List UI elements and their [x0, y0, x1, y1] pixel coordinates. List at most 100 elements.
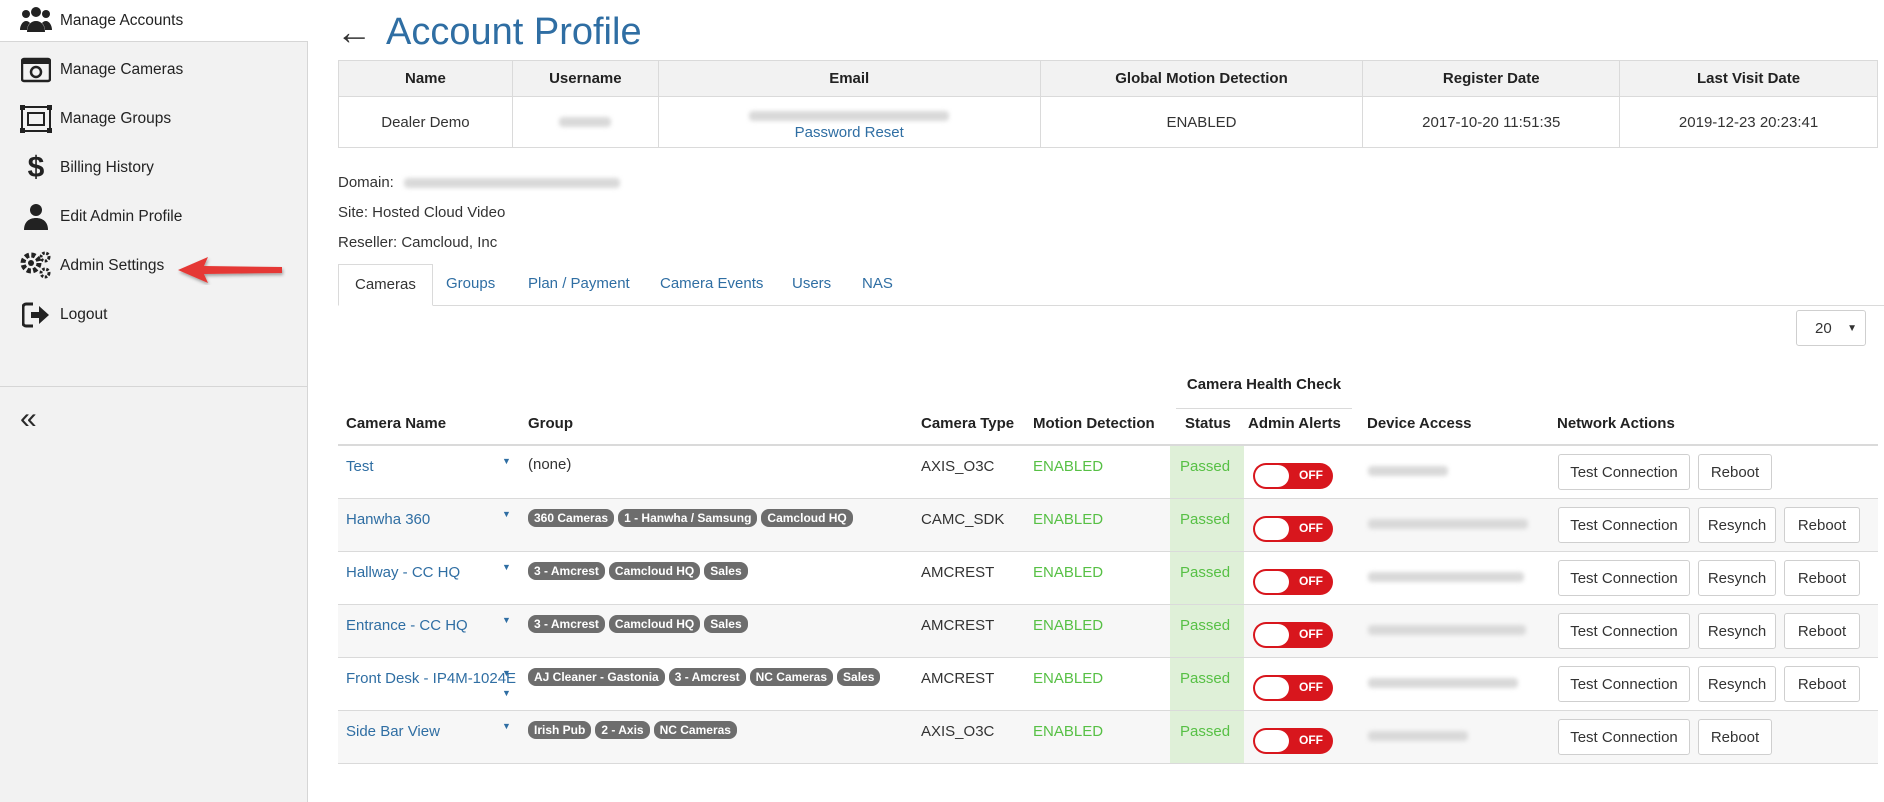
resynch-button[interactable]: Resynch: [1698, 560, 1776, 596]
col-motion-detection: Motion Detection: [1033, 415, 1155, 432]
tab-nas[interactable]: NAS: [862, 264, 893, 306]
group-badge: Sales: [837, 668, 881, 686]
group-badge: 2 - Axis: [595, 721, 650, 739]
group-badge: Camcloud HQ: [608, 615, 701, 633]
caret-down-icon[interactable]: ▼: [502, 562, 511, 572]
camera-name-link[interactable]: Hallway - CC HQ: [346, 564, 460, 581]
collapse-sidebar-button[interactable]: «: [20, 402, 37, 436]
reboot-button[interactable]: Reboot: [1698, 454, 1772, 490]
account-motion-status: ENABLED: [1039, 96, 1364, 148]
camera-name-link[interactable]: Front Desk - IP4M-1024E: [346, 670, 516, 687]
toggle-label: OFF: [1299, 521, 1323, 535]
test-connection-button[interactable]: Test Connection: [1558, 666, 1690, 702]
site-line: Site: Hosted Cloud Video: [338, 204, 506, 221]
reboot-button[interactable]: Reboot: [1784, 560, 1860, 596]
camera-name-link[interactable]: Side Bar View: [346, 723, 440, 740]
col-camera-type: Camera Type: [921, 415, 1015, 432]
toggle-label: OFF: [1299, 468, 1323, 482]
admin-alerts-toggle[interactable]: OFF: [1253, 569, 1333, 595]
sidebar-item-label: Logout: [60, 306, 108, 323]
health-status: Passed: [1180, 511, 1231, 528]
admin-alerts-toggle[interactable]: OFF: [1253, 516, 1333, 542]
reboot-button[interactable]: Reboot: [1698, 719, 1772, 755]
resynch-button[interactable]: Resynch: [1698, 666, 1776, 702]
camera-name-link[interactable]: Hanwha 360: [346, 511, 430, 528]
reboot-button[interactable]: Reboot: [1784, 666, 1860, 702]
sidebar-item-label: Manage Groups: [60, 110, 172, 127]
sidebar-item-billing-history[interactable]: $ Billing History: [0, 148, 308, 188]
red-arrow-annotation: [178, 257, 282, 283]
group-badge: 3 - Amcrest: [528, 562, 605, 580]
col-name: Name: [338, 59, 513, 98]
admin-alerts-toggle[interactable]: OFF: [1253, 675, 1333, 701]
camera-type: AXIS_O3C: [921, 458, 995, 475]
redacted-email: [749, 110, 950, 121]
tab-camera-events[interactable]: Camera Events: [660, 264, 763, 306]
test-connection-button[interactable]: Test Connection: [1558, 560, 1690, 596]
users-icon: [20, 4, 52, 34]
caret-down-icon[interactable]: ▼: [502, 688, 511, 698]
camera-groups: 360 Cameras 1 - Hanwha / Samsung Camcloud …: [528, 509, 857, 527]
camera-groups: 3 - Amcrest Camcloud HQ Sales: [528, 615, 752, 633]
test-connection-button[interactable]: Test Connection: [1558, 507, 1690, 543]
toggle-knob: [1255, 624, 1289, 646]
col-register-date: Register Date: [1362, 59, 1621, 98]
sidebar-item-logout[interactable]: Logout: [0, 295, 308, 335]
caret-down-icon[interactable]: ▼: [502, 456, 511, 466]
back-arrow-icon[interactable]: ←: [336, 11, 372, 53]
group-badge: Sales: [704, 562, 748, 580]
redacted-device-access: [1368, 572, 1524, 582]
table-row: Hallway - CC HQ ▼ 3 - Amcrest Camcloud HQ Sa…: [338, 552, 1878, 605]
health-status-cell: Passed: [1170, 446, 1244, 498]
tab-users[interactable]: Users: [792, 264, 831, 306]
col-status: Status: [1185, 415, 1231, 432]
table-row: Front Desk - IP4M-1024E ▼ ▼ AJ Cleaner - Ga…: [338, 658, 1878, 711]
group-badge: 3 - Amcrest: [668, 668, 746, 686]
admin-alerts-toggle[interactable]: OFF: [1253, 622, 1333, 648]
redacted-device-access: [1368, 466, 1448, 476]
domain-label: Domain:: [338, 174, 394, 191]
test-connection-button[interactable]: Test Connection: [1558, 454, 1690, 490]
account-summary-table: Name Username Email Global Motion Detect…: [338, 59, 1878, 148]
redacted-device-access: [1368, 625, 1526, 635]
group-badge: 3 - Amcrest: [528, 615, 605, 633]
tab-cameras[interactable]: Cameras: [338, 264, 433, 306]
page-size-value: 20: [1815, 319, 1832, 337]
caret-down-icon[interactable]: ▼: [502, 509, 511, 519]
logout-icon: [20, 300, 52, 330]
caret-down-icon[interactable]: ▼: [502, 668, 511, 678]
resynch-button[interactable]: Resynch: [1698, 507, 1776, 543]
health-status-cell: Passed: [1170, 711, 1244, 763]
redacted-device-access: [1368, 678, 1518, 688]
sidebar-item-manage-cameras[interactable]: Manage Cameras: [0, 50, 308, 90]
col-admin-alerts: Admin Alerts: [1248, 415, 1341, 432]
toggle-knob: [1255, 465, 1289, 487]
health-status: Passed: [1180, 617, 1231, 634]
toggle-knob: [1255, 518, 1289, 540]
resynch-button[interactable]: Resynch: [1698, 613, 1776, 649]
sidebar-item-manage-groups[interactable]: Manage Groups: [0, 99, 308, 139]
admin-alerts-toggle[interactable]: OFF: [1253, 463, 1333, 489]
health-status: Passed: [1180, 458, 1231, 475]
redacted-domain: [404, 178, 621, 189]
col-email: Email: [657, 59, 1041, 98]
table-row: Test ▼ (none) AXIS_O3C ENABLED Passed OFF Test …: [338, 446, 1878, 499]
test-connection-button[interactable]: Test Connection: [1558, 613, 1690, 649]
health-status-cell: Passed: [1170, 658, 1244, 710]
password-reset-link[interactable]: Password Reset: [660, 124, 1039, 141]
test-connection-button[interactable]: Test Connection: [1558, 719, 1690, 755]
reboot-button[interactable]: Reboot: [1784, 613, 1860, 649]
tab-plan-payment[interactable]: Plan / Payment: [528, 264, 630, 306]
sidebar-item-manage-accounts[interactable]: Manage Accounts: [0, 0, 308, 42]
admin-alerts-toggle[interactable]: OFF: [1253, 728, 1333, 754]
caret-down-icon[interactable]: ▼: [502, 721, 511, 731]
caret-down-icon[interactable]: ▼: [502, 615, 511, 625]
page-size-select[interactable]: 20 ▼: [1796, 310, 1866, 346]
toggle-label: OFF: [1299, 627, 1323, 641]
camera-name-link[interactable]: Test: [346, 458, 374, 475]
sidebar-item-edit-admin-profile[interactable]: Edit Admin Profile: [0, 197, 308, 237]
reboot-button[interactable]: Reboot: [1784, 507, 1860, 543]
profile-tabs: Cameras Groups Plan / Payment Camera Eve…: [338, 264, 1884, 306]
tab-groups[interactable]: Groups: [446, 264, 495, 306]
camera-name-link[interactable]: Entrance - CC HQ: [346, 617, 468, 634]
